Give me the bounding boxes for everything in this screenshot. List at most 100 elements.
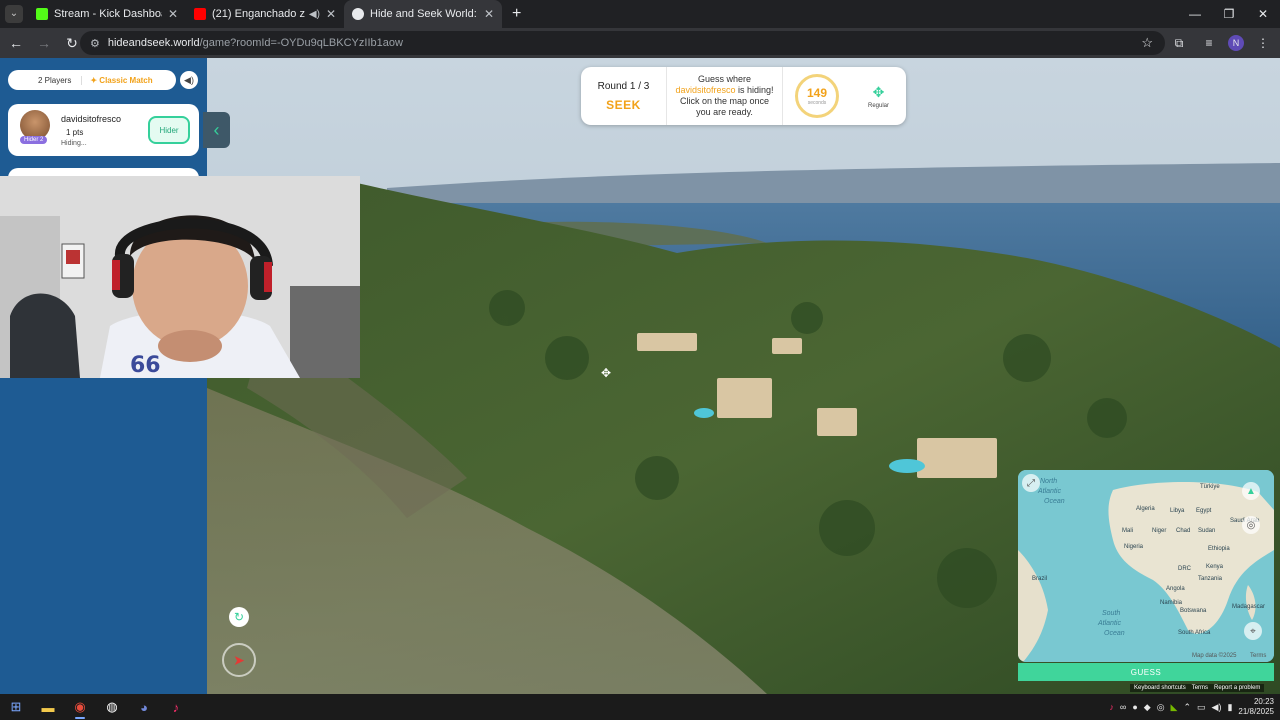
- game-area: 2 Players ✦ Classic Match ◀) Hider 2 dav…: [0, 58, 1280, 694]
- site-info-icon[interactable]: ⚙: [90, 37, 100, 50]
- link-tray-icon[interactable]: ∞: [1120, 702, 1126, 712]
- chevron-left-icon: ‹: [213, 119, 220, 140]
- close-icon[interactable]: ✕: [326, 7, 336, 21]
- collapse-sidebar-button[interactable]: ‹: [203, 112, 230, 148]
- menu-kebab-icon[interactable]: ⋮: [1252, 36, 1274, 50]
- map-label: Libya: [1170, 508, 1185, 514]
- map-pin-button[interactable]: ▲: [1242, 482, 1260, 500]
- clock[interactable]: 20:23 21/8/2025: [1238, 697, 1274, 717]
- chrome-icon[interactable]: ◉: [64, 694, 96, 720]
- guess-button[interactable]: GUESS: [1018, 663, 1274, 681]
- map-label: Botswana: [1180, 608, 1207, 614]
- rotate-view-button[interactable]: ↻: [229, 607, 249, 627]
- map-label: Sudan: [1198, 528, 1216, 534]
- battery-icon[interactable]: ▮: [1227, 702, 1232, 713]
- message-line: Click on the map once: [679, 96, 770, 106]
- steam-tray-icon[interactable]: ◎: [1157, 702, 1165, 713]
- obs-icon[interactable]: ◍: [96, 694, 128, 720]
- terms-link[interactable]: Terms: [1192, 685, 1208, 691]
- back-button[interactable]: ←: [4, 31, 28, 55]
- clock-time: 20:23: [1253, 697, 1274, 706]
- url-host: hideandseek.world: [107, 37, 200, 49]
- match-info-pill: 2 Players ✦ Classic Match: [8, 70, 176, 90]
- system-tray: ♪ ∞ ● ◆ ◎ ◣ ⌃ ▭ ◀) ▮ 20:23 21/8/2025: [1109, 694, 1274, 720]
- media-control-icon[interactable]: ≡: [1198, 36, 1220, 50]
- tab-title: Stream - Kick Dashboard: [54, 8, 162, 20]
- extensions-icon[interactable]: ⧉: [1168, 36, 1190, 51]
- close-icon[interactable]: ✕: [484, 7, 494, 21]
- globe-icon: [352, 8, 364, 20]
- round-indicator: Round 1 / 3 SEEK: [581, 67, 667, 125]
- minimize-button[interactable]: —: [1178, 0, 1212, 28]
- guess-minimap[interactable]: North Atlantic Ocean Algeria Libya Egypt…: [1018, 470, 1274, 662]
- player-name: davidsitofresco: [61, 114, 122, 124]
- kick-icon: [36, 8, 48, 20]
- svg-text:66: 66: [130, 353, 161, 378]
- sound-toggle-button[interactable]: ◀): [180, 71, 198, 89]
- mode-label: Regular: [867, 102, 889, 109]
- browser-toolbar: ← → ↻ ⚙ hideandseek.world /game?roomId=-…: [0, 28, 1280, 58]
- restore-button[interactable]: ❐: [1212, 0, 1246, 28]
- timer-unit: seconds: [807, 100, 827, 106]
- map-label: Brazil: [1032, 576, 1048, 582]
- tiktok-icon[interactable]: ♪: [160, 694, 192, 720]
- tab-search-button[interactable]: ⌄: [0, 0, 28, 28]
- match-mode-label: ✦ Classic Match: [90, 75, 153, 85]
- new-tab-button[interactable]: +: [512, 5, 521, 23]
- map-attribution: Map data ©2025: [1192, 653, 1237, 659]
- map-label: Egypt: [1196, 508, 1212, 514]
- expand-map-button[interactable]: ⤢: [1022, 474, 1040, 492]
- screen: ⌄ Stream - Kick Dashboard ✕ (21) Enganch…: [0, 0, 1280, 720]
- tab-kick-dashboard[interactable]: Stream - Kick Dashboard ✕: [28, 0, 186, 28]
- profile-avatar[interactable]: N: [1228, 35, 1244, 51]
- map-label: Ethiopia: [1208, 546, 1230, 552]
- locate-button[interactable]: ◎: [1242, 516, 1260, 534]
- report-problem-link[interactable]: Report a problem: [1214, 685, 1260, 691]
- discord-icon[interactable]: ◕: [128, 694, 160, 720]
- tab-title: Hide and Seek World: Online M: [370, 8, 478, 20]
- countdown-timer: 149 seconds: [795, 74, 839, 118]
- chevron-up-icon[interactable]: ⌃: [1183, 702, 1191, 713]
- app-tray-icon[interactable]: ●: [1132, 702, 1137, 712]
- map-terms-link[interactable]: Terms: [1250, 653, 1266, 659]
- forward-button[interactable]: →: [32, 31, 56, 55]
- shield-tray-icon[interactable]: ◆: [1144, 702, 1151, 713]
- map-label: Ocean: [1044, 498, 1065, 505]
- keyboard-shortcuts-link[interactable]: Keyboard shortcuts: [1134, 685, 1186, 691]
- player-status: Hiding...: [61, 140, 87, 147]
- map-label: Madagascar: [1232, 604, 1266, 610]
- round-status-bar: Round 1 / 3 SEEK Guess where davidsitofr…: [581, 67, 906, 125]
- tab-title: (21) Enganchado zeballos -: [212, 8, 305, 20]
- address-bar[interactable]: ⚙ hideandseek.world /game?roomId=-OYDu9q…: [80, 31, 1165, 55]
- move-arrows-icon: ✥: [872, 83, 885, 100]
- instruction-message: Guess where davidsitofresco is hiding! C…: [667, 67, 783, 125]
- chevron-down-icon: ⌄: [5, 5, 23, 23]
- timer-section: 149 seconds: [783, 67, 851, 125]
- map-footer: Keyboard shortcuts Terms Report a proble…: [1130, 684, 1265, 692]
- windows-start-icon[interactable]: ⊞: [0, 694, 32, 720]
- network-icon[interactable]: ▭: [1197, 702, 1206, 713]
- volume-icon[interactable]: ◀): [1212, 702, 1222, 713]
- tab-youtube[interactable]: (21) Enganchado zeballos - ◀) ✕: [186, 0, 344, 28]
- bookmark-star-icon[interactable]: ☆: [1141, 35, 1153, 51]
- map-label: Ocean: [1104, 630, 1125, 637]
- map-label: Türkiye: [1200, 484, 1220, 490]
- close-icon[interactable]: ✕: [168, 7, 178, 21]
- marker-icon: ▲: [1246, 485, 1256, 497]
- timer-value: 149: [806, 86, 828, 100]
- message-line: Guess where: [697, 74, 752, 84]
- nvidia-tray-icon[interactable]: ◣: [1171, 702, 1178, 713]
- file-explorer-icon[interactable]: ▬: [32, 694, 64, 720]
- speaker-icon[interactable]: ◀): [309, 9, 320, 20]
- recenter-button[interactable]: ⌖: [1244, 622, 1262, 640]
- map-label: Angola: [1166, 586, 1185, 592]
- tiktok-tray-icon[interactable]: ♪: [1109, 702, 1114, 712]
- toolbar-right: ⧉ ≡ N ⋮: [1168, 31, 1274, 55]
- windows-taskbar: ⊞ ▬ ◉ ◍ ◕ ♪ ♪ ∞ ● ◆ ◎ ◣ ⌃ ▭ ◀) ▮ 20:23 2…: [0, 694, 1280, 720]
- tab-hide-and-seek[interactable]: Hide and Seek World: Online M ✕: [344, 0, 502, 28]
- close-window-button[interactable]: ✕: [1246, 0, 1280, 28]
- map-label: Mali: [1122, 528, 1134, 534]
- map-label: Nigeria: [1124, 544, 1144, 550]
- hider-button[interactable]: Hider: [148, 116, 190, 144]
- compass-button[interactable]: ➤: [222, 643, 256, 677]
